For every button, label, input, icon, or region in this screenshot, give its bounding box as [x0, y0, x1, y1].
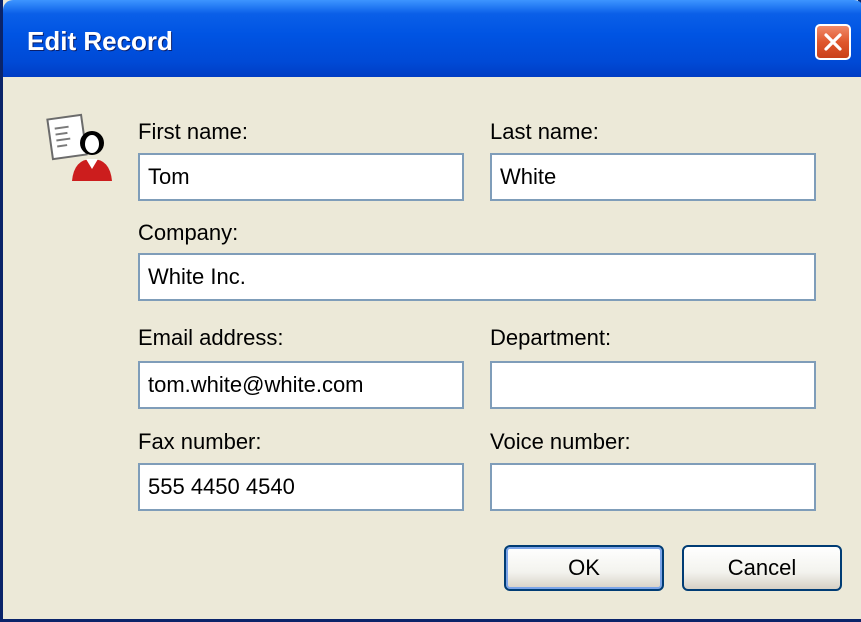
cancel-button[interactable]: Cancel	[682, 545, 842, 591]
title-bar[interactable]: Edit Record	[3, 0, 861, 77]
last-name-label: Last name:	[490, 119, 599, 144]
window-title: Edit Record	[27, 26, 173, 56]
first-name-label: First name:	[138, 119, 249, 144]
department-field[interactable]	[490, 361, 816, 409]
fax-number-field[interactable]	[138, 463, 464, 511]
email-field[interactable]	[138, 361, 464, 409]
contact-card-icon	[46, 113, 112, 181]
edit-record-dialog: Edit Record First name: Last name: Compa…	[0, 0, 861, 622]
company-field[interactable]	[138, 253, 816, 301]
voice-number-field[interactable]	[490, 463, 816, 511]
company-label: Company:	[138, 220, 239, 245]
close-icon	[824, 33, 842, 51]
dialog-body: First name: Last name: Company: Email ad…	[6, 77, 861, 619]
ok-button[interactable]: OK	[504, 545, 664, 591]
close-button[interactable]	[815, 24, 851, 60]
email-label: Email address:	[138, 325, 284, 350]
last-name-field[interactable]	[490, 153, 816, 201]
first-name-field[interactable]	[138, 153, 464, 201]
voice-number-label: Voice number:	[490, 429, 631, 454]
department-label: Department:	[490, 325, 612, 350]
fax-number-label: Fax number:	[138, 429, 262, 454]
